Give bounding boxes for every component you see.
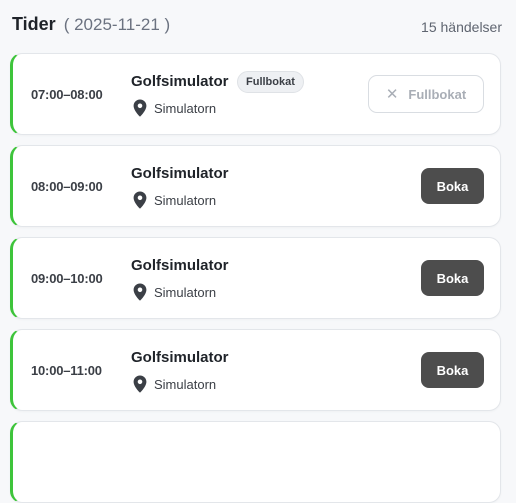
- fully-booked-button[interactable]: ✕ Fullbokat: [368, 75, 484, 113]
- book-button[interactable]: Boka: [421, 168, 484, 204]
- slot-card: 07:00–08:00 Golfsimulator Fullbokat Simu…: [10, 53, 501, 135]
- status-badge: Fullbokat: [237, 71, 304, 93]
- location-label: Simulatorn: [154, 376, 217, 392]
- location-label: Simulatorn: [154, 284, 217, 300]
- map-pin-icon: [133, 191, 147, 209]
- fully-booked-label: Fullbokat: [408, 86, 467, 102]
- map-pin-icon: [133, 99, 147, 117]
- location-label: Simulatorn: [154, 100, 217, 116]
- slot-time: 09:00–10:00: [31, 271, 103, 286]
- title-text: Tider: [12, 14, 56, 34]
- page-header: Tider ( 2025-11-21 ) 15 händelser: [12, 14, 504, 38]
- book-button[interactable]: Boka: [421, 352, 484, 388]
- slot-card: 08:00–09:00 Golfsimulator Simulatorn Bok…: [10, 145, 501, 227]
- slot-time: 10:00–11:00: [31, 363, 102, 378]
- map-pin-icon: [133, 375, 147, 393]
- slot-location: Simulatorn: [132, 191, 216, 209]
- slot-location: Simulatorn: [132, 283, 216, 301]
- map-pin-icon: [133, 283, 147, 301]
- close-icon: ✕: [385, 86, 399, 103]
- book-button[interactable]: Boka: [421, 260, 484, 296]
- slot-location: Simulatorn: [132, 375, 216, 393]
- slot-time: 07:00–08:00: [31, 87, 103, 102]
- slot-name: Golfsimulator: [131, 165, 229, 182]
- slot-name: Golfsimulator: [131, 73, 229, 90]
- location-label: Simulatorn: [154, 192, 217, 208]
- slot-location: Simulatorn: [132, 99, 216, 117]
- slot-card: 09:00–10:00 Golfsimulator Simulatorn Bok…: [10, 237, 501, 319]
- page-title: Tider ( 2025-11-21 ): [12, 14, 170, 35]
- slot-card: [10, 421, 501, 503]
- slot-card: 10:00–11:00 Golfsimulator Simulatorn Bok…: [10, 329, 501, 411]
- date-label: ( 2025-11-21 ): [63, 15, 171, 34]
- slot-time: 08:00–09:00: [31, 179, 103, 194]
- slot-name: Golfsimulator: [131, 257, 229, 274]
- slot-name: Golfsimulator: [131, 349, 229, 366]
- event-count: 15 händelser: [421, 19, 502, 35]
